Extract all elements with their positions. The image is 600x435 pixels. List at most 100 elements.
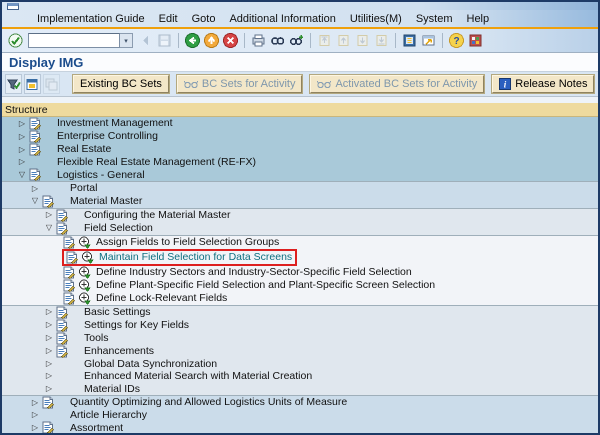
tree-row[interactable]: ▷ Enterprise Controlling: [2, 130, 598, 143]
tree-item-label[interactable]: Assortment: [70, 423, 123, 433]
command-history-icon[interactable]: ▾: [120, 33, 133, 48]
existing-bc-sets-button[interactable]: Existing BC Sets: [73, 75, 169, 93]
enter-check-icon[interactable]: [7, 32, 24, 49]
tree-row[interactable]: Define Lock-Relevant Fields: [2, 291, 598, 305]
img-documentation-icon[interactable]: [62, 266, 75, 279]
collapse-node-icon[interactable]: ▽: [16, 170, 28, 179]
tree-item-label[interactable]: Logistics - General: [57, 170, 145, 181]
tree-item-label[interactable]: Field Selection: [84, 223, 153, 234]
img-documentation-icon[interactable]: [62, 279, 75, 292]
tree-item-label[interactable]: Settings for Key Fields: [84, 320, 189, 331]
window-control-icon[interactable]: [7, 3, 19, 10]
tree-item-label[interactable]: Enhancements: [84, 346, 154, 357]
expand-node-icon[interactable]: ▷: [43, 360, 55, 368]
tree-row[interactable]: ▷ Global Data Synchronization: [2, 357, 598, 371]
tree-row[interactable]: ▷ Material IDs: [2, 382, 598, 396]
tree-row[interactable]: ▷ Basic Settings: [2, 304, 598, 319]
menu-item-edit[interactable]: Edit: [152, 12, 185, 26]
img-documentation-icon[interactable]: [55, 306, 68, 319]
expand-node-icon[interactable]: ▷: [43, 211, 55, 219]
img-documentation-icon[interactable]: [28, 117, 41, 130]
expand-node-icon[interactable]: ▷: [43, 372, 55, 380]
menu-item-goto[interactable]: Goto: [185, 12, 223, 26]
tree-row[interactable]: ▷ Investment Management: [2, 117, 598, 130]
menu-item-system[interactable]: System: [409, 12, 460, 26]
expand-node-icon[interactable]: ▷: [29, 184, 41, 193]
img-documentation-icon[interactable]: [28, 143, 41, 156]
img-documentation-icon[interactable]: [41, 396, 54, 409]
tree-row[interactable]: Define Plant-Specific Field Selection an…: [2, 278, 598, 292]
expand-node-icon[interactable]: ▷: [29, 398, 41, 407]
tree-row[interactable]: ▽ Field Selection: [2, 221, 598, 235]
menu-item-help[interactable]: Help: [460, 12, 497, 26]
menu-item-implementation-guide[interactable]: Implementation Guide: [30, 12, 152, 26]
expand-node-icon[interactable]: ▷: [43, 308, 55, 316]
img-documentation-icon[interactable]: [55, 332, 68, 345]
choose-check-icon[interactable]: [5, 74, 22, 94]
command-input[interactable]: [28, 33, 120, 48]
tree-row[interactable]: ▷ Real Estate: [2, 143, 598, 156]
tree-item-label[interactable]: Real Estate: [57, 144, 111, 155]
expand-node-icon[interactable]: ▷: [43, 384, 55, 393]
tree-item-label[interactable]: Quantity Optimizing and Allowed Logistic…: [70, 397, 347, 408]
execute-activity-icon[interactable]: [78, 236, 91, 249]
shortcut-icon[interactable]: [420, 32, 437, 49]
expand-node-icon[interactable]: ▷: [43, 347, 55, 355]
tree-item-label[interactable]: Define Plant-Specific Field Selection an…: [96, 280, 435, 291]
tree-row[interactable]: ▽ Material Master: [2, 194, 598, 208]
img-documentation-icon[interactable]: [65, 251, 78, 264]
help-icon[interactable]: ?: [448, 32, 465, 49]
tree-item-label[interactable]: Maintain Field Selection for Data Screen…: [99, 252, 292, 263]
expand-node-icon[interactable]: ▷: [16, 158, 28, 166]
execute-activity-icon[interactable]: [81, 251, 94, 264]
expand-node-icon[interactable]: ▷: [29, 423, 41, 432]
tree-item-label[interactable]: Define Lock-Relevant Fields: [96, 293, 227, 304]
expand-node-icon[interactable]: ▷: [43, 334, 55, 342]
tree-item-label[interactable]: Assign Fields to Field Selection Groups: [96, 237, 279, 248]
tree-item-label[interactable]: Tools: [84, 333, 109, 344]
expand-node-icon[interactable]: ▷: [29, 411, 41, 419]
tree-row[interactable]: ▷ Portal: [2, 181, 598, 195]
tree-row[interactable]: ▽ Logistics - General: [2, 168, 598, 182]
tree-row[interactable]: ▷ Assortment: [2, 421, 598, 433]
img-documentation-icon[interactable]: [55, 345, 68, 358]
find-icon[interactable]: [269, 32, 286, 49]
tree-item-label[interactable]: Flexible Real Estate Management (RE-FX): [57, 157, 256, 168]
tree-row[interactable]: Maintain Field Selection for Data Screen…: [2, 248, 598, 266]
new-session-icon[interactable]: [401, 32, 418, 49]
tree-item-label[interactable]: Material IDs: [84, 384, 140, 395]
tree-row[interactable]: ▷ Configuring the Material Master: [2, 207, 598, 222]
img-documentation-icon[interactable]: [62, 292, 75, 305]
expand-node-icon[interactable]: ▷: [43, 321, 55, 329]
tree-item-label[interactable]: Material Master: [70, 196, 142, 207]
cancel-icon[interactable]: [222, 32, 239, 49]
tree-row[interactable]: ▷ Enhancements: [2, 344, 598, 358]
tree-item-label[interactable]: Enterprise Controlling: [57, 131, 158, 142]
expand-node-icon[interactable]: ▷: [16, 132, 28, 141]
tree-row[interactable]: ▷ Flexible Real Estate Management (RE-FX): [2, 156, 598, 169]
back-icon[interactable]: [184, 32, 201, 49]
tree-item-label[interactable]: Portal: [70, 183, 97, 194]
tree-row[interactable]: ▷ Tools: [2, 331, 598, 345]
img-documentation-icon[interactable]: [62, 236, 75, 249]
tree-item-label[interactable]: Basic Settings: [84, 307, 151, 318]
expand-node-icon[interactable]: ▷: [16, 119, 28, 128]
exit-icon[interactable]: [203, 32, 220, 49]
release-notes-button[interactable]: i Release Notes: [492, 75, 595, 93]
img-documentation-icon[interactable]: [41, 195, 54, 208]
tree-item-label[interactable]: Configuring the Material Master: [84, 210, 230, 221]
tree-row[interactable]: ▷ Enhanced Material Search with Material …: [2, 370, 598, 383]
tree-row[interactable]: Assign Fields to Field Selection Groups: [2, 234, 598, 249]
position-window-icon[interactable]: [24, 74, 41, 94]
tree-row[interactable]: ▷ Article Hierarchy: [2, 409, 598, 422]
img-documentation-icon[interactable]: [28, 130, 41, 143]
menu-item-utilities-m[interactable]: Utilities(M): [343, 12, 409, 26]
tree-row[interactable]: ▷ Quantity Optimizing and Allowed Logisti…: [2, 395, 598, 410]
img-documentation-icon[interactable]: [28, 168, 41, 182]
customize-layout-icon[interactable]: [467, 32, 484, 49]
collapse-node-icon[interactable]: ▽: [43, 224, 55, 232]
execute-activity-icon[interactable]: [78, 266, 91, 279]
execute-activity-icon[interactable]: [78, 279, 91, 292]
tree-item-label[interactable]: Article Hierarchy: [70, 410, 147, 421]
tree-item-label[interactable]: Investment Management: [57, 118, 173, 129]
